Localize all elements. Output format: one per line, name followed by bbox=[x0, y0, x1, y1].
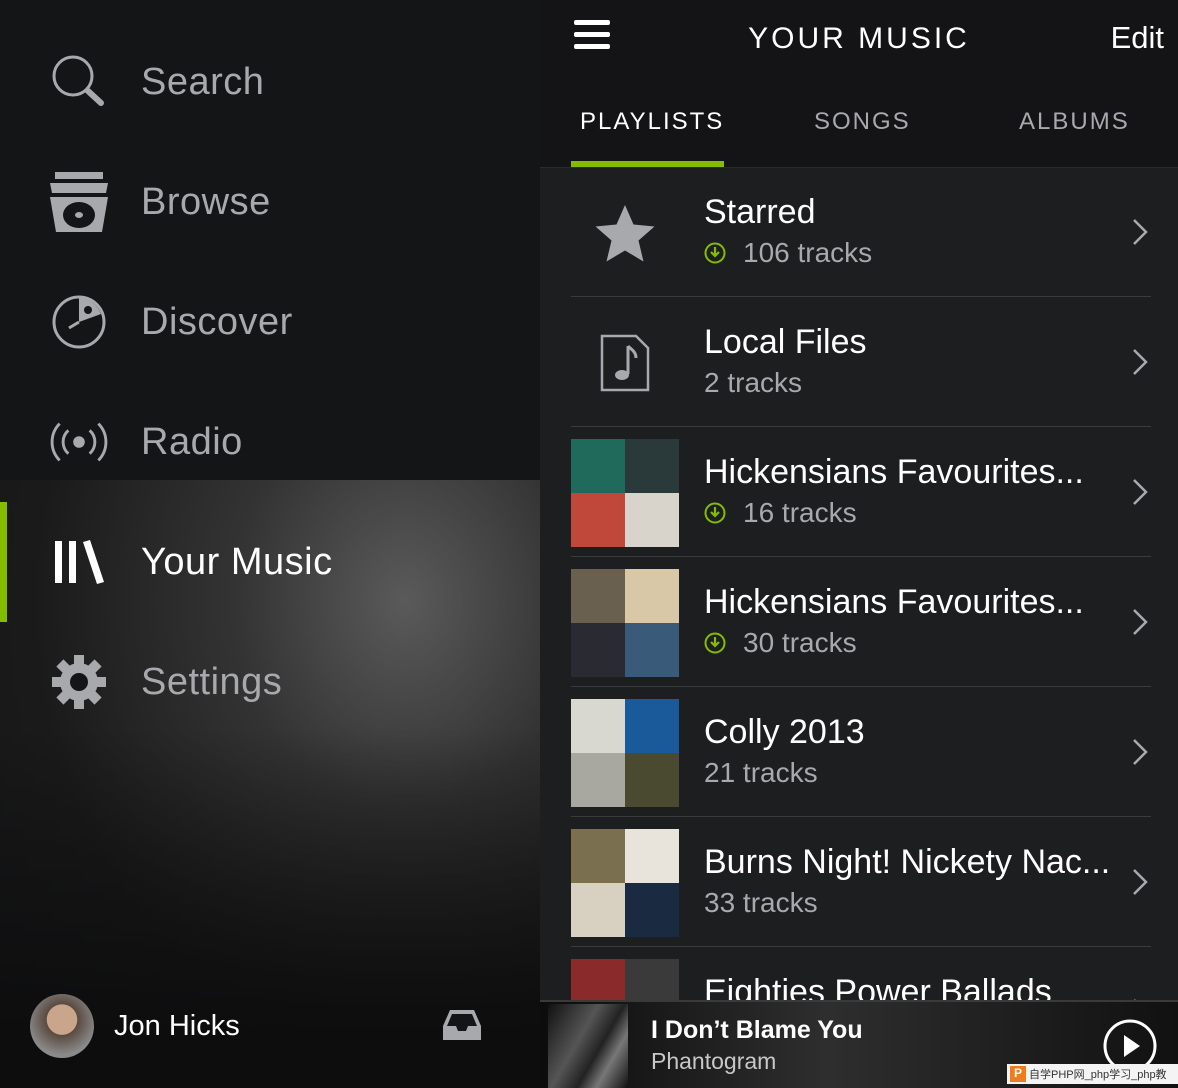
sidebar-item-label: Your Music bbox=[141, 540, 333, 583]
playlist-row[interactable]: Hickensians Favourites... 30 tracks bbox=[571, 557, 1151, 687]
playlist-track-count: 30 tracks bbox=[704, 627, 857, 659]
sidebar-item-label: Radio bbox=[141, 420, 243, 463]
playlist-track-count: 21 tracks bbox=[704, 757, 818, 788]
playlist-track-count: 16 tracks bbox=[704, 497, 857, 529]
chevron-right-icon bbox=[1133, 219, 1148, 245]
sidebar-item-settings[interactable]: Settings bbox=[0, 622, 540, 742]
sidebar-item-label: Browse bbox=[141, 180, 271, 223]
search-icon bbox=[49, 52, 109, 112]
sidebar-item-your-music[interactable]: Your Music bbox=[0, 502, 540, 622]
now-playing-artist: Phantogram bbox=[651, 1048, 777, 1074]
discover-icon bbox=[49, 292, 109, 352]
playlist-cover-art bbox=[571, 699, 679, 807]
chevron-right-icon bbox=[1133, 869, 1148, 895]
your-music-panel: YOUR MUSIC Edit PLAYLISTS SONGS ALBUMS S… bbox=[540, 0, 1178, 1088]
downloaded-icon bbox=[704, 632, 726, 654]
sidebar-item-label: Settings bbox=[141, 660, 283, 703]
chevron-right-icon bbox=[1133, 739, 1148, 765]
user-profile[interactable]: Jon Hicks bbox=[30, 994, 240, 1058]
radio-icon bbox=[49, 412, 109, 472]
playlist-row[interactable]: Starred 106 tracks bbox=[571, 167, 1151, 297]
avatar bbox=[30, 994, 94, 1058]
playlist-cover-art bbox=[571, 439, 679, 547]
your-music-icon bbox=[49, 532, 109, 592]
tab-songs[interactable]: SONGS bbox=[814, 108, 911, 136]
playlist-title: Hickensians Favourites... bbox=[704, 583, 1084, 621]
playlist-title: Burns Night! Nickety Nac... bbox=[704, 843, 1111, 881]
sidebar: Search Browse Discover Radio Your Music … bbox=[0, 0, 540, 1088]
playlist-title: Starred bbox=[704, 193, 816, 231]
downloaded-icon bbox=[704, 242, 726, 264]
playlist-row[interactable]: Local Files 2 tracks bbox=[571, 297, 1151, 427]
playlist-row[interactable]: Colly 2013 21 tracks bbox=[571, 687, 1151, 817]
sidebar-item-discover[interactable]: Discover bbox=[0, 262, 540, 382]
chevron-right-icon bbox=[1133, 479, 1148, 505]
local-file-icon bbox=[571, 309, 679, 417]
playlist-cover-art bbox=[571, 829, 679, 937]
playlist-track-count: 106 tracks bbox=[704, 237, 872, 269]
downloaded-icon bbox=[704, 502, 726, 524]
browse-icon bbox=[49, 172, 109, 232]
now-playing-title: I Don’t Blame You bbox=[651, 1016, 863, 1044]
playlist-cover-art bbox=[571, 569, 679, 677]
gear-icon bbox=[49, 652, 109, 712]
page-title: YOUR MUSIC bbox=[748, 22, 970, 55]
sidebar-item-label: Search bbox=[141, 60, 265, 103]
sidebar-item-radio[interactable]: Radio bbox=[0, 382, 540, 502]
sidebar-item-label: Discover bbox=[141, 300, 293, 343]
tab-playlists[interactable]: PLAYLISTS bbox=[580, 108, 724, 136]
tab-albums[interactable]: ALBUMS bbox=[1019, 108, 1130, 136]
sidebar-item-search[interactable]: Search bbox=[0, 22, 540, 142]
chevron-right-icon bbox=[1133, 349, 1148, 375]
watermark: P 自学PHP网_php学习_php教 bbox=[1007, 1064, 1178, 1084]
edit-button[interactable]: Edit bbox=[1111, 20, 1164, 56]
playlist-title: Colly 2013 bbox=[704, 713, 865, 751]
playlist-track-count: 33 tracks bbox=[704, 887, 818, 918]
user-name: Jon Hicks bbox=[114, 1009, 240, 1042]
playlist-row[interactable]: Hickensians Favourites... 16 tracks bbox=[571, 427, 1151, 557]
star-icon bbox=[571, 179, 679, 287]
inbox-icon[interactable] bbox=[442, 1008, 482, 1047]
playlist-row[interactable]: Burns Night! Nickety Nac... 33 tracks bbox=[571, 817, 1151, 947]
now-playing-album-art bbox=[548, 1004, 628, 1088]
chevron-right-icon bbox=[1133, 609, 1148, 635]
playlist-title: Local Files bbox=[704, 323, 867, 361]
playlist-title: Hickensians Favourites... bbox=[704, 453, 1084, 491]
sidebar-item-browse[interactable]: Browse bbox=[0, 142, 540, 262]
tab-bar: PLAYLISTS SONGS ALBUMS bbox=[540, 90, 1178, 168]
playlist-track-count: 2 tracks bbox=[704, 367, 803, 398]
header: YOUR MUSIC Edit bbox=[540, 0, 1178, 90]
